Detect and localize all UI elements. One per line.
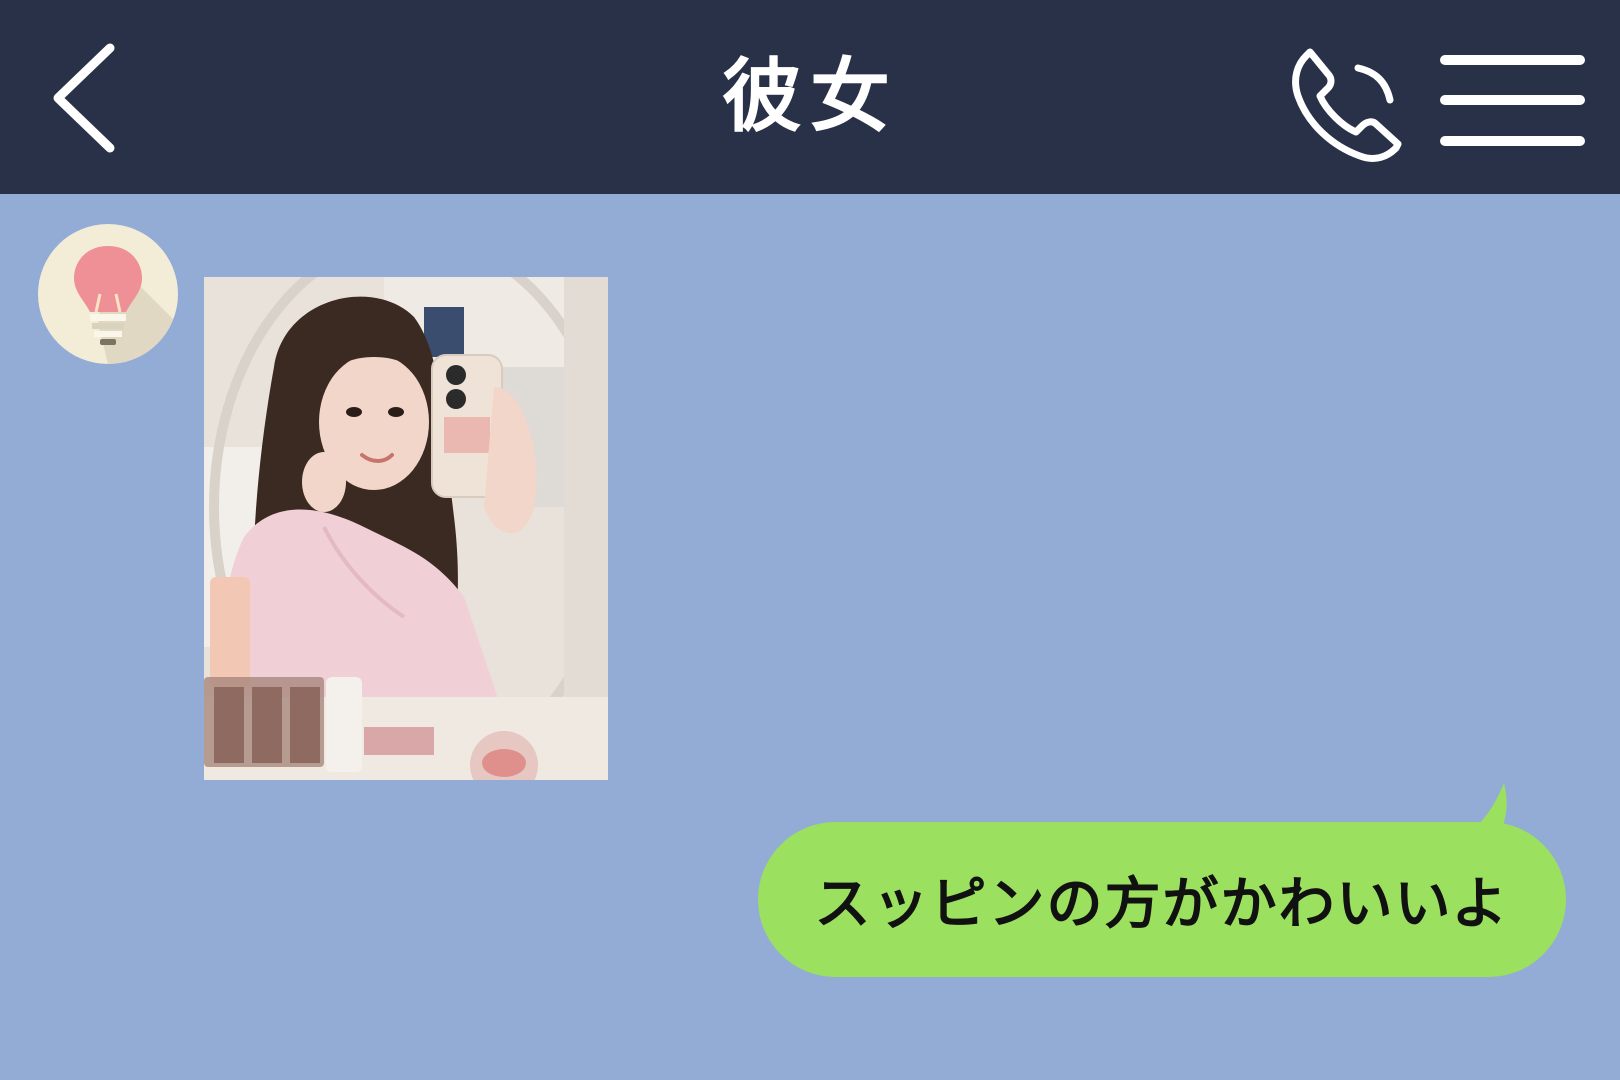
message-photo[interactable] <box>204 277 608 780</box>
call-button[interactable] <box>1284 38 1414 168</box>
back-button[interactable] <box>40 38 130 158</box>
chat-header: 彼女 <box>0 0 1620 194</box>
outgoing-message-text: スッピンの方がかわいいよ <box>814 872 1510 937</box>
phone-icon <box>1292 48 1402 162</box>
selfie-photo <box>204 277 608 780</box>
hamburger-menu-icon <box>1440 55 1585 146</box>
chevron-left-icon <box>53 43 115 153</box>
outgoing-message-bubble[interactable]: スッピンの方がかわいいよ <box>758 822 1566 977</box>
menu-button[interactable] <box>1440 50 1585 152</box>
contact-avatar[interactable] <box>38 224 178 364</box>
lightbulb-icon <box>38 224 178 364</box>
